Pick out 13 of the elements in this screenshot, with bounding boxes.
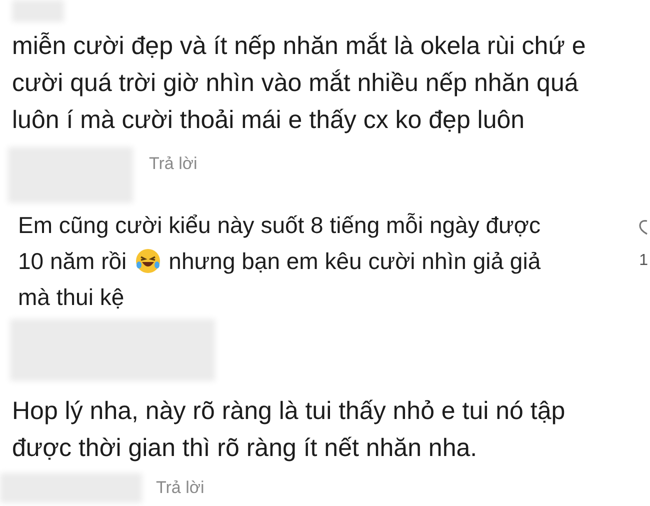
comment-text: mà thui kệ bbox=[18, 283, 124, 312]
reply-link[interactable]: Trả lời bbox=[149, 151, 198, 176]
comment-text: miễn cười đẹp và ít nếp nhăn mắt là okela rùi chứ e bbox=[12, 31, 586, 62]
comment-text: 10 năm rồi bbox=[18, 247, 127, 276]
comment-text: Hop lý nha, này rõ ràng là tui thấy nhỏ e tui nó tập bbox=[12, 396, 566, 427]
comment-text: luôn í mà cười thoải mái e thấy cx ko đẹp luôn bbox=[12, 105, 525, 136]
laughing-emoji-icon bbox=[134, 248, 161, 274]
comment-text: được thời gian thì rõ ràng ít nết nhăn nha. bbox=[12, 433, 478, 464]
reply-link[interactable]: Trả lời bbox=[156, 475, 204, 501]
reaction-count: 1 bbox=[639, 251, 648, 271]
comment-text: Em cũng cười kiểu này suốt 8 tiếng mỗi ngày được bbox=[18, 211, 540, 240]
comment-text: cười quá trời giờ nhìn vào mắt nhiều nếp nhăn quá bbox=[12, 68, 578, 99]
comment-text: nhưng bạn em kêu cười nhìn giả giả bbox=[168, 247, 541, 276]
